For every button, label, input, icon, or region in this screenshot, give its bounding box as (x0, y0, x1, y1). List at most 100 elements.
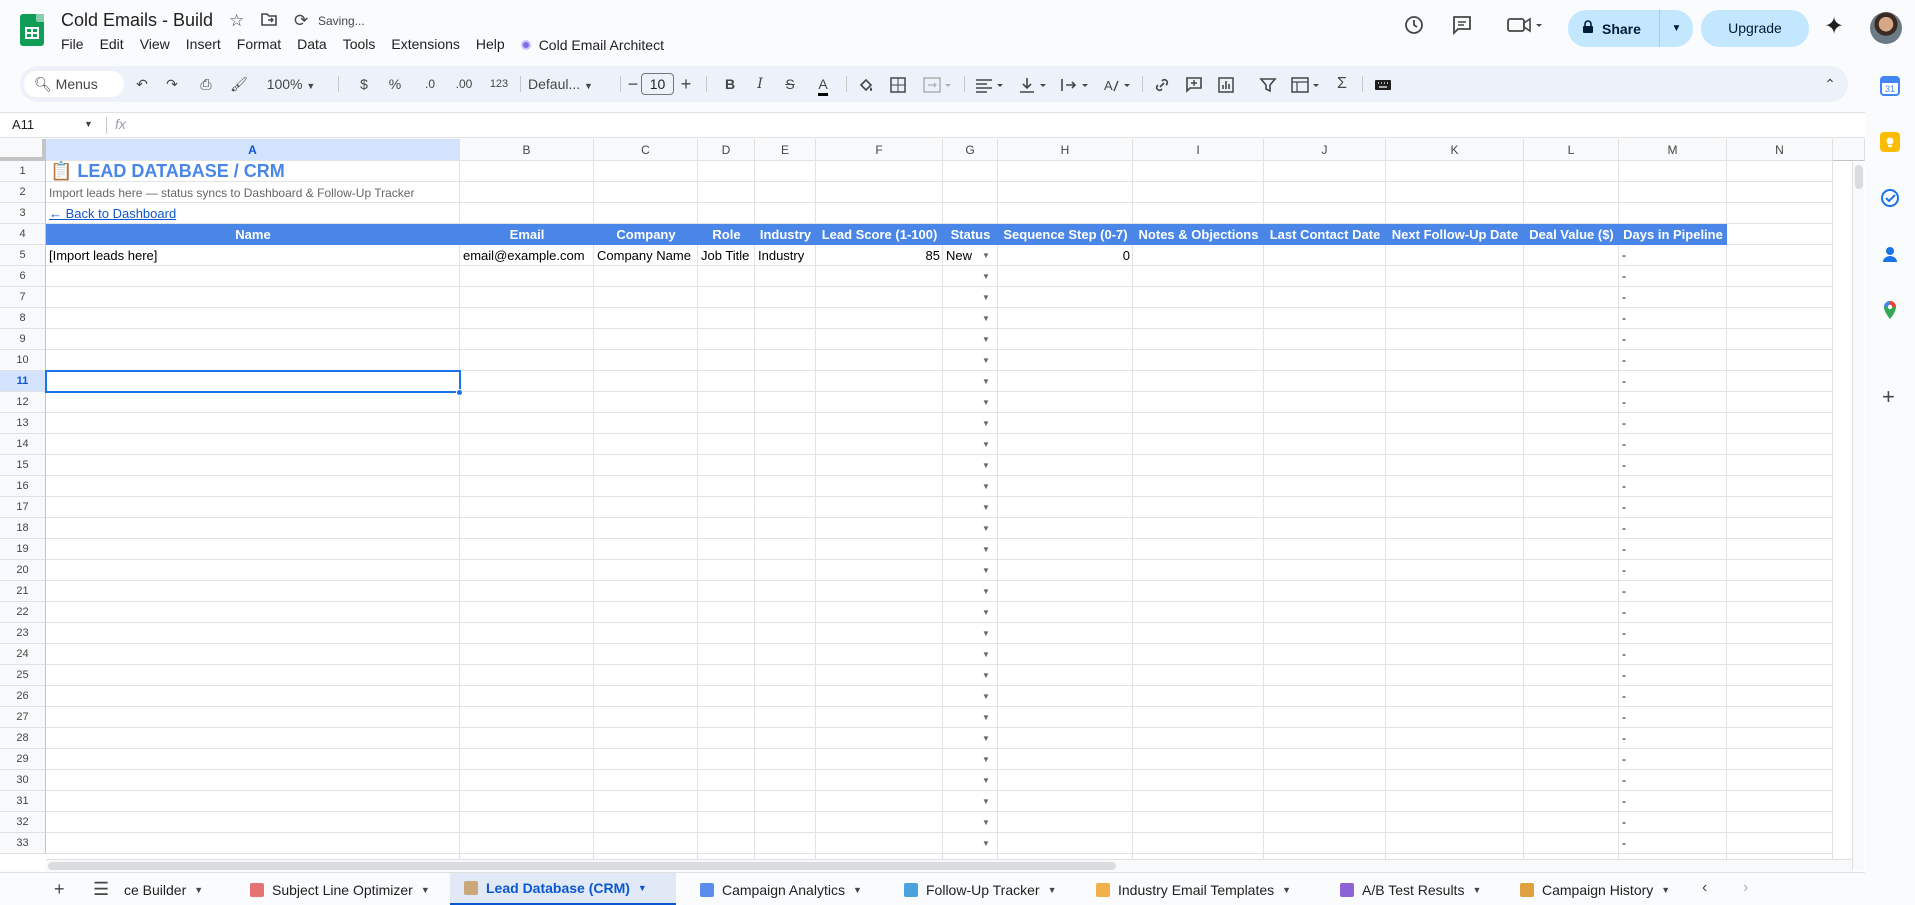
all-sheets-icon[interactable]: ☰ (93, 879, 109, 900)
row-header-21[interactable]: 21 (0, 581, 46, 602)
header-next-follow-up[interactable]: Next Follow-Up Date (1386, 224, 1524, 245)
increase-decimal-button[interactable]: .00 (450, 66, 478, 102)
paint-format-icon[interactable]: 🖌︎ (226, 66, 252, 102)
bold-icon[interactable]: B (720, 66, 740, 102)
row-header-33[interactable]: 33 (0, 833, 46, 854)
column-header-f[interactable]: F (816, 139, 943, 161)
column-header-b[interactable]: B (460, 139, 594, 161)
row-header-11[interactable]: 11 (0, 371, 46, 392)
status-dropdown-icon[interactable]: ▼ (982, 377, 990, 386)
row-header-23[interactable]: 23 (0, 623, 46, 644)
avatar[interactable] (1870, 12, 1902, 44)
sheets-logo-icon[interactable] (20, 14, 44, 46)
cell-email[interactable]: email@example.com (460, 248, 588, 263)
add-sheet-icon[interactable]: + (54, 879, 65, 900)
vertical-scrollbar[interactable] (1852, 162, 1864, 870)
sheet-tab-ce-builder[interactable]: ce Builder ▼ (120, 873, 216, 905)
sheet-title[interactable]: 📋 LEAD DATABASE / CRM (50, 161, 285, 182)
italic-icon[interactable]: I (750, 66, 770, 102)
menu-file[interactable]: File (53, 35, 92, 55)
days-in-pipeline-cell[interactable]: - (1622, 773, 1626, 787)
row-header-12[interactable]: 12 (0, 392, 46, 413)
row-header-30[interactable]: 30 (0, 770, 46, 791)
share-dropdown-icon[interactable]: ▼ (1660, 23, 1693, 34)
sheet-tab-industry-email-templates[interactable]: Industry Email Templates ▼ (1082, 873, 1316, 905)
row-header-6[interactable]: 6 (0, 266, 46, 287)
chevron-down-icon[interactable]: ▼ (1282, 885, 1291, 895)
filter-icon[interactable] (1256, 66, 1280, 102)
column-header-e[interactable]: E (755, 139, 816, 161)
status-dropdown-icon[interactable]: ▼ (982, 335, 990, 344)
selected-cell[interactable] (45, 370, 461, 393)
row-header-10[interactable]: 10 (0, 350, 46, 371)
chevron-down-icon[interactable]: ▼ (853, 885, 862, 895)
row-header-22[interactable]: 22 (0, 602, 46, 623)
status-dropdown-icon[interactable]: ▼ (982, 440, 990, 449)
days-in-pipeline-cell[interactable]: - (1622, 752, 1626, 766)
header-name[interactable]: Name (46, 224, 460, 245)
status-dropdown-icon[interactable]: ▼ (982, 293, 990, 302)
print-icon[interactable]: ⎙ (193, 66, 219, 102)
row-header-20[interactable]: 20 (0, 560, 46, 581)
row-header-17[interactable]: 17 (0, 497, 46, 518)
column-header-j[interactable]: J (1264, 139, 1386, 161)
status-dropdown-icon[interactable]: ▼ (982, 398, 990, 407)
text-color-icon[interactable]: A (812, 66, 834, 102)
status-dropdown-icon[interactable]: ▼ (982, 608, 990, 617)
cell-sequence-step[interactable]: 0 (998, 248, 1133, 263)
chevron-down-icon[interactable]: ▼ (1048, 885, 1057, 895)
status-dropdown-icon[interactable]: ▼ (982, 314, 990, 323)
chevron-down-icon[interactable]: ▼ (421, 885, 430, 895)
header-email[interactable]: Email (460, 224, 594, 245)
menu-view[interactable]: View (132, 35, 178, 55)
days-in-pipeline-cell[interactable]: - (1622, 437, 1626, 451)
font-size-input[interactable]: 10 (641, 73, 674, 95)
days-in-pipeline-cell[interactable]: - (1622, 563, 1626, 577)
sheet-subtitle[interactable]: Import leads here — status syncs to Dash… (49, 186, 414, 200)
status-dropdown-icon[interactable]: ▼ (982, 587, 990, 596)
header-role[interactable]: Role (698, 224, 755, 245)
status-dropdown-icon[interactable]: ▼ (982, 671, 990, 680)
days-in-pipeline-cell[interactable]: - (1622, 269, 1626, 283)
meet-video-icon[interactable] (1506, 14, 1546, 42)
column-header-i[interactable]: I (1133, 139, 1264, 161)
status-dropdown-icon[interactable]: ▼ (982, 566, 990, 575)
days-in-pipeline-cell[interactable]: - (1622, 647, 1626, 661)
status-dropdown-icon[interactable]: ▼ (982, 818, 990, 827)
days-in-pipeline-cell[interactable]: - (1622, 689, 1626, 703)
column-header-c[interactable]: C (594, 139, 698, 161)
status-dropdown-icon[interactable]: ▼ (982, 272, 990, 281)
cell-status[interactable]: New (943, 248, 975, 263)
status-dropdown-icon[interactable]: ▼ (982, 776, 990, 785)
keep-icon[interactable] (1880, 132, 1900, 152)
back-to-dashboard-link[interactable]: ← Back to Dashboard (49, 206, 176, 221)
menu-tools[interactable]: Tools (335, 35, 384, 55)
column-header-d[interactable]: D (698, 139, 755, 161)
status-dropdown-icon[interactable]: ▼ (982, 797, 990, 806)
insert-link-icon[interactable] (1150, 66, 1174, 102)
status-dropdown-icon[interactable]: ▼ (982, 482, 990, 491)
days-in-pipeline-cell[interactable]: - (1622, 500, 1626, 514)
name-box[interactable]: A11 (12, 117, 34, 132)
days-in-pipeline-cell[interactable]: - (1622, 626, 1626, 640)
status-dropdown-icon[interactable]: ▼ (982, 419, 990, 428)
sheet-tab-campaign-analytics[interactable]: Campaign Analytics ▼ (686, 873, 880, 905)
formula-input[interactable] (140, 117, 1840, 135)
insert-comment-icon[interactable] (1182, 66, 1206, 102)
collapse-toolbar-icon[interactable]: ⌃ (1820, 66, 1840, 102)
status-dropdown-icon[interactable]: ▼ (982, 629, 990, 638)
document-title[interactable]: Cold Emails - Build (61, 10, 213, 31)
days-in-pipeline-cell[interactable]: - (1622, 542, 1626, 556)
percent-format-button[interactable]: % (385, 66, 405, 102)
move-folder-icon[interactable] (260, 10, 278, 34)
row-header-24[interactable]: 24 (0, 644, 46, 665)
version-history-icon[interactable] (1400, 14, 1428, 42)
row-header-29[interactable]: 29 (0, 749, 46, 770)
header-lead-score[interactable]: Lead Score (1-100) (816, 224, 943, 245)
days-in-pipeline-cell[interactable]: - (1622, 311, 1626, 325)
menu-edit[interactable]: Edit (92, 35, 132, 55)
days-in-pipeline-cell[interactable]: - (1622, 668, 1626, 682)
row-header-18[interactable]: 18 (0, 518, 46, 539)
contacts-icon[interactable] (1880, 244, 1900, 264)
tasks-icon[interactable] (1880, 188, 1900, 208)
